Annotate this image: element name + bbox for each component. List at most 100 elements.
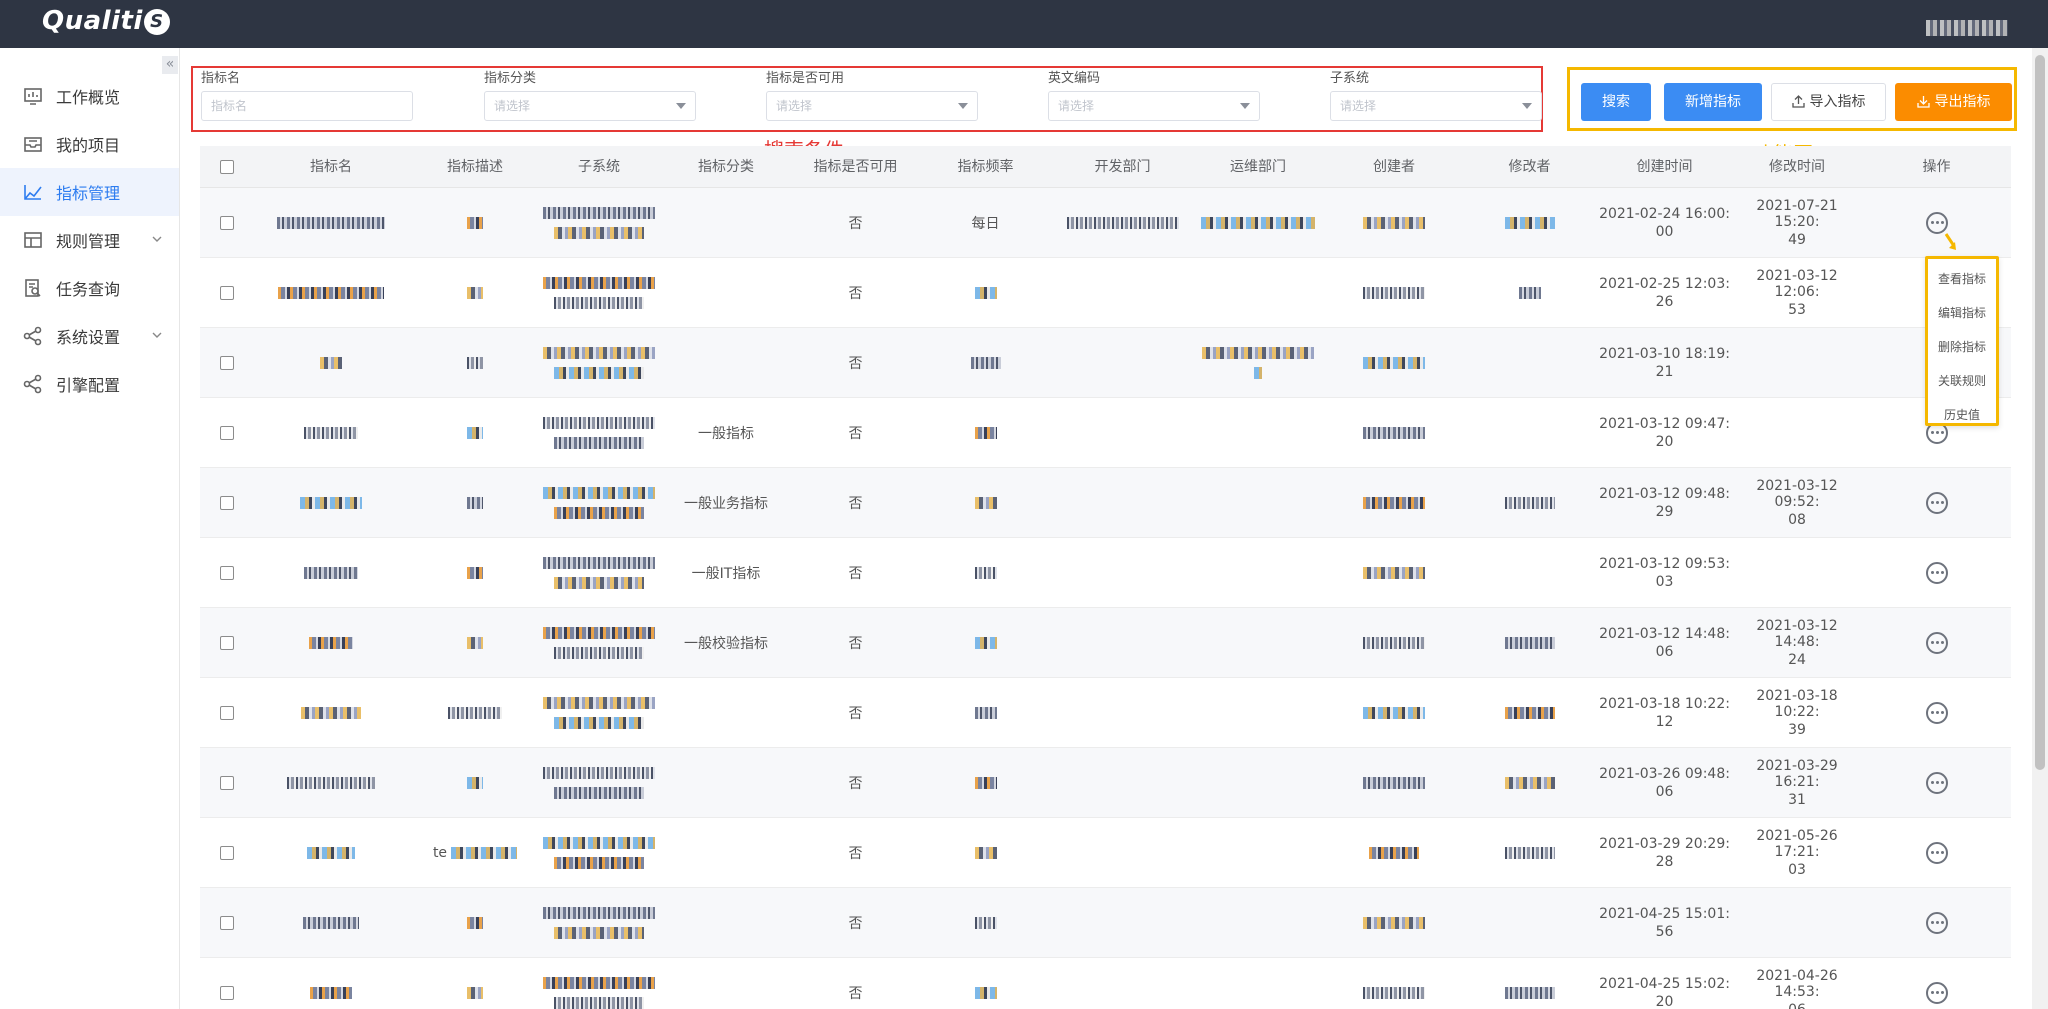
more-actions-icon[interactable] [1925, 982, 1948, 1004]
select-all-checkbox[interactable] [219, 160, 234, 174]
row-checkbox[interactable] [219, 986, 234, 1000]
table-cell: 一般业务指标 [657, 468, 795, 538]
row-checkbox[interactable] [219, 216, 234, 230]
search-field-label: 指标名 [201, 71, 241, 86]
engine-icon [23, 374, 42, 394]
redacted-text [974, 917, 997, 929]
export-indicator-button[interactable]: 导出指标 [1895, 83, 2012, 121]
table-cell [916, 328, 1055, 398]
field-placeholder: 请选择 [1058, 99, 1095, 113]
action-menu-item[interactable]: 查看指标 [1928, 262, 1996, 296]
table-row[interactable]: 一般IT指标 否 2021-03-12 09:53: 03 [200, 538, 2011, 608]
more-actions-icon[interactable] [1925, 562, 1948, 584]
redacted-stack [543, 697, 655, 729]
more-actions-icon[interactable] [1925, 212, 1948, 234]
frequency-cell: 每日 [971, 216, 1000, 232]
table-row[interactable]: 否 2021-04-25 15:01: 56 [200, 888, 2011, 958]
sidebar-item-7[interactable]: 引擎配置 [0, 360, 179, 408]
table-cell [657, 818, 795, 888]
modified-time-line1: 2021-03-18 10:22: [1756, 688, 1838, 720]
sidebar-item-1[interactable]: 工作概览 [0, 72, 179, 120]
row-checkbox[interactable] [219, 426, 234, 440]
search-select[interactable]: 请选择 [1048, 91, 1260, 121]
table-cell [409, 258, 541, 328]
action-menu-item[interactable]: 删除指标 [1928, 330, 1996, 364]
table-cell [1462, 888, 1597, 958]
column-header: 指标是否可用 [813, 159, 898, 175]
more-actions-icon[interactable] [1925, 912, 1948, 934]
table-row[interactable]: 一般指标 否 2021-03-12 09:47: 20 [200, 398, 2011, 468]
row-checkbox[interactable] [219, 846, 234, 860]
action-menu-item[interactable]: 编辑指标 [1928, 296, 1996, 330]
row-checkbox[interactable] [219, 356, 234, 370]
action-menu-item[interactable]: 关联规则 [1928, 364, 1996, 398]
table-cell [1462, 398, 1597, 468]
redacted-stack [543, 417, 655, 449]
more-actions-icon[interactable] [1925, 842, 1948, 864]
row-checkbox[interactable] [219, 916, 234, 930]
search-select[interactable]: 请选择 [766, 91, 978, 121]
column-header: 指标名 [310, 159, 352, 175]
table-row[interactable]: 否 2021-04-25 15:02: 20 2021-04-26 14:53: 06 [200, 958, 2011, 1009]
app-logo[interactable]: Qualiti S [42, 6, 170, 36]
redacted-stack [1202, 347, 1314, 379]
row-checkbox[interactable] [219, 286, 234, 300]
row-checkbox[interactable] [219, 496, 234, 510]
row-checkbox[interactable] [219, 706, 234, 720]
table-row[interactable]: 一般校验指标否 2021-03-12 14:48: 06 2021-03-12 14:… [200, 608, 2011, 678]
upload-icon [1791, 95, 1805, 108]
table-cell [200, 608, 253, 678]
search-field-3: 指标是否可用 请选择 [766, 70, 978, 121]
table-cell [253, 328, 409, 398]
add-indicator-button[interactable]: 新增指标 [1664, 83, 1762, 121]
search-select[interactable]: 请选择 [484, 91, 696, 121]
table-cell [1055, 398, 1190, 468]
table-row[interactable]: 否 2021-02-25 12:03: 26 2021-03-12 12:06: 53 [200, 258, 2011, 328]
sidebar-item-6[interactable]: 系统设置 [0, 312, 179, 360]
more-actions-icon[interactable] [1925, 772, 1948, 794]
table-row[interactable]: 一般业务指标否 2021-03-12 09:48: 29 2021-03-12 09:… [200, 468, 2011, 538]
redacted-text [974, 707, 997, 719]
sidebar-item-2[interactable]: 我的项目 [0, 120, 179, 168]
table-cell [1190, 328, 1326, 398]
more-actions-icon[interactable] [1925, 632, 1948, 654]
table-cell [409, 748, 541, 818]
redacted-stack [543, 207, 655, 239]
table-cell [409, 328, 541, 398]
search-input[interactable]: 指标名 [201, 91, 413, 121]
import-indicator-button[interactable]: 导入指标 [1771, 83, 1886, 121]
table-cell: 否 [795, 398, 916, 468]
row-checkbox[interactable] [219, 566, 234, 580]
search-select[interactable]: 请选择 [1330, 91, 1542, 121]
more-actions-icon[interactable] [1925, 492, 1948, 514]
field-placeholder: 指标名 [211, 99, 248, 113]
table-row[interactable]: 否 2021-03-18 10:22: 12 2021-03-18 10:22: 39 [200, 678, 2011, 748]
vertical-scrollbar-thumb[interactable] [2035, 55, 2045, 770]
table-cell: 2021-03-18 10:22: 39 [1732, 678, 1862, 748]
row-checkbox[interactable] [219, 636, 234, 650]
modified-time-line2: 06 [1788, 1002, 1806, 1009]
table-row[interactable]: 否 2021-03-26 09:48: 06 2021-03-29 16:21: 31 [200, 748, 2011, 818]
action-menu-item[interactable]: 历史值 [1928, 398, 1996, 432]
sidebar-item-label: 规则管理 [56, 232, 121, 251]
search-button[interactable]: 搜索 [1581, 83, 1651, 121]
sidebar-item-3[interactable]: 指标管理 [0, 168, 179, 216]
available-cell: 否 [848, 846, 863, 862]
table-cell [1462, 818, 1597, 888]
table-row[interactable]: 否 每日 2021-02-24 16:00: 00 2021-07-21 15:20: 4… [200, 188, 2011, 258]
table-cell [541, 188, 657, 258]
more-actions-icon[interactable] [1925, 702, 1948, 724]
redacted-text [543, 277, 655, 289]
redacted-text [1504, 497, 1555, 509]
sidebar-item-4[interactable]: 规则管理 [0, 216, 179, 264]
redacted-text [1363, 567, 1425, 579]
sidebar-item-5[interactable]: 任务查询 [0, 264, 179, 312]
redacted-stack [543, 347, 655, 379]
table-row[interactable]: te 否 2021-03-29 20:29: 28 2021-05-26 17:21: 0… [200, 818, 2011, 888]
user-name-redacted[interactable] [1926, 20, 2008, 36]
table-row[interactable]: 否 2021-03-10 18:19: 21 [200, 328, 2011, 398]
table-cell [1055, 888, 1190, 958]
column-header: 创建者 [1373, 159, 1415, 175]
row-checkbox[interactable] [219, 776, 234, 790]
created-time: 2021-04-25 15:01: 56 [1599, 906, 1730, 940]
